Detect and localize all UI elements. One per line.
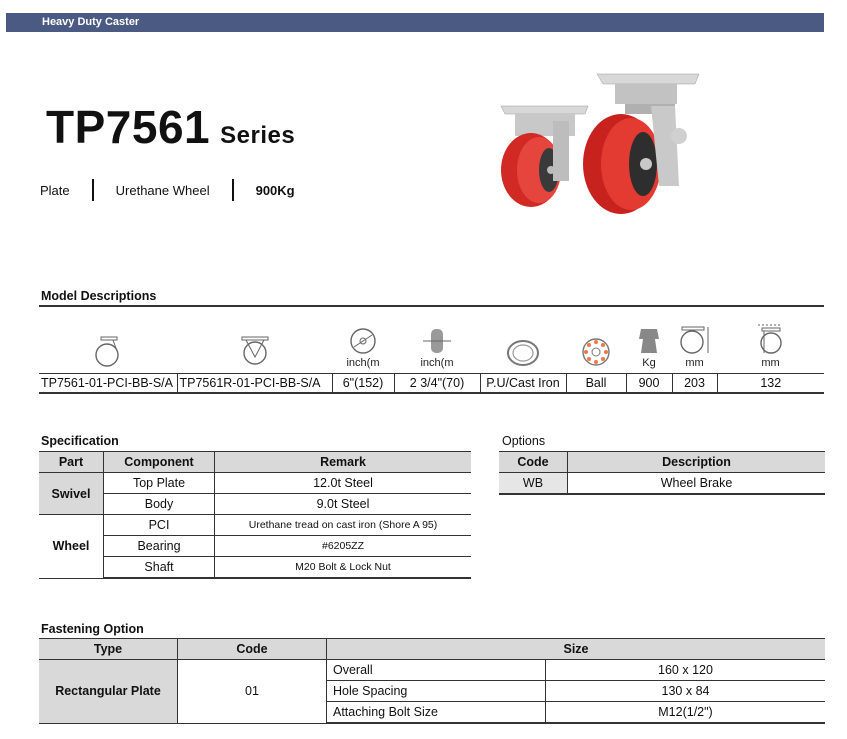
spec-component: Shaft bbox=[103, 556, 215, 579]
divider bbox=[91, 179, 94, 201]
spec-component: Body bbox=[103, 493, 215, 515]
divider bbox=[231, 179, 234, 201]
height-value: 203 bbox=[672, 373, 718, 394]
col-rigid bbox=[177, 306, 332, 374]
series-label: Series bbox=[220, 122, 296, 149]
radius-value: 132 bbox=[717, 373, 824, 394]
spec-remark: Urethane tread on cast iron (Shore A 95) bbox=[214, 514, 471, 536]
caster-product-image bbox=[500, 73, 700, 214]
fastening-size-label: Hole Spacing bbox=[326, 680, 546, 702]
swivel-radius-icon bbox=[757, 324, 782, 354]
bearing-icon bbox=[582, 338, 610, 366]
spec-remark: 12.0t Steel bbox=[214, 472, 471, 494]
specification-table: Part Component Remark Swivel Top Plate 1… bbox=[39, 451, 471, 579]
fastening-title: Fastening Option bbox=[41, 622, 144, 636]
option-code: WB bbox=[499, 472, 568, 495]
spec-header-part: Part bbox=[39, 451, 104, 473]
fastening-size-value: 130 x 84 bbox=[545, 680, 825, 702]
col-load: Kg bbox=[626, 306, 672, 374]
spec-header-remark: Remark bbox=[214, 451, 471, 473]
wheel-material-icon bbox=[507, 340, 539, 366]
col-height: mm bbox=[672, 306, 717, 374]
specification-title: Specification bbox=[41, 434, 119, 448]
wheel-material-value: P.U/Cast Iron bbox=[480, 373, 567, 394]
load-value: 900 bbox=[626, 373, 673, 394]
spec-part-wheel: Wheel bbox=[39, 514, 104, 579]
spec-part-swivel: Swivel bbox=[39, 472, 104, 515]
col-swivel bbox=[39, 306, 177, 374]
model-swivel-code: TP7561-01-PCI-BB-S/A bbox=[39, 373, 178, 394]
fastening-table: Type Code Size Rectangular Plate 01 Over… bbox=[39, 638, 825, 724]
spec-remark: M20 Bolt & Lock Nut bbox=[214, 556, 471, 579]
model-section-title: Model Descriptions bbox=[41, 289, 157, 303]
attr-plate: Plate bbox=[40, 182, 70, 198]
header-bar-label: Heavy Duty Caster bbox=[42, 16, 140, 28]
option-description: Wheel Brake bbox=[567, 472, 825, 495]
fastening-code: 01 bbox=[177, 659, 327, 724]
attr-wheel: Urethane Wheel bbox=[115, 182, 210, 198]
model-rigid-code: TP7561R-01-PCI-BB-S/A bbox=[177, 373, 333, 394]
product-title: TP7561 Series bbox=[46, 100, 295, 154]
col-bearing bbox=[566, 306, 626, 374]
model-number: TP7561 bbox=[46, 101, 211, 153]
spec-header-component: Component bbox=[103, 451, 215, 473]
col-diameter: inch(m bbox=[332, 306, 394, 374]
spec-remark: 9.0t Steel bbox=[214, 493, 471, 515]
rigid-caster-icon bbox=[241, 336, 268, 365]
wheel-width-icon bbox=[423, 329, 451, 353]
options-header-description: Description bbox=[567, 451, 825, 473]
overall-height-icon bbox=[679, 326, 708, 354]
model-table: inch(m inch(m Kg mm mm TP7561-01-PCI-BB-… bbox=[39, 305, 824, 394]
options-header-code: Code bbox=[499, 451, 568, 473]
fastening-header-size: Size bbox=[326, 638, 825, 660]
fastening-header-type: Type bbox=[39, 638, 178, 660]
swivel-caster-icon bbox=[95, 336, 119, 367]
col-width: inch(m bbox=[394, 306, 480, 374]
product-attributes: Plate Urethane Wheel 900Kg bbox=[40, 179, 295, 201]
fastening-size-label: Overall bbox=[326, 659, 546, 681]
fastening-header-code: Code bbox=[177, 638, 327, 660]
options-title: Options bbox=[502, 434, 546, 448]
col-radius: mm bbox=[717, 306, 824, 374]
spec-component: Bearing bbox=[103, 535, 215, 557]
col-material bbox=[480, 306, 566, 374]
fastening-size-value: 160 x 120 bbox=[545, 659, 825, 681]
spec-remark: #6205ZZ bbox=[214, 535, 471, 557]
spec-component: Top Plate bbox=[103, 472, 215, 494]
wheel-width-value: 2 3/4"(70) bbox=[394, 373, 481, 394]
bearing-value: Ball bbox=[566, 373, 627, 394]
load-capacity-icon bbox=[639, 329, 659, 353]
wheel-diameter-value: 6"(152) bbox=[332, 373, 395, 394]
wheel-diameter-icon bbox=[350, 328, 376, 354]
attr-capacity: 900Kg bbox=[255, 182, 295, 198]
options-table: Code Description WB Wheel Brake bbox=[499, 451, 825, 495]
header-bar: Heavy Duty Caster bbox=[6, 13, 824, 32]
fastening-type: Rectangular Plate bbox=[39, 659, 178, 724]
fastening-size-value: M12(1/2") bbox=[545, 701, 825, 724]
spec-component: PCI bbox=[103, 514, 215, 536]
fastening-size-label: Attaching Bolt Size bbox=[326, 701, 546, 724]
